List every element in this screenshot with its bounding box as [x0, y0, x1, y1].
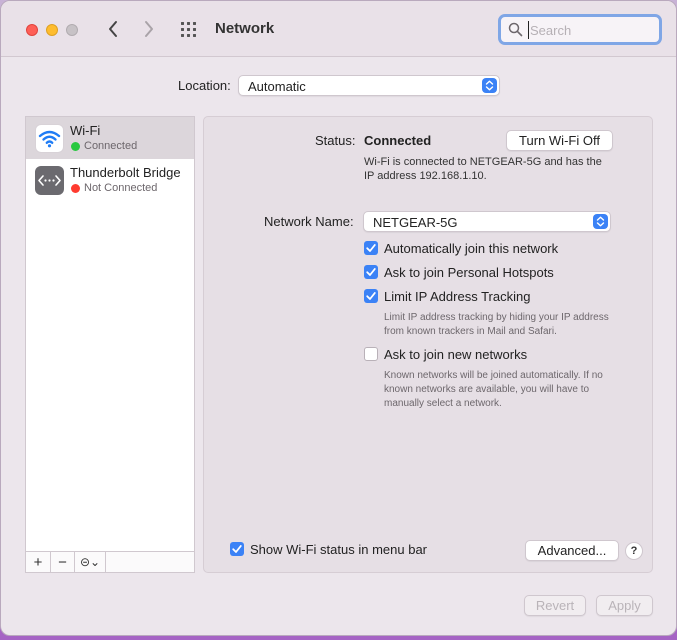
- status-label: Status:: [315, 133, 356, 148]
- service-item-thunderbolt-bridge[interactable]: Thunderbolt Bridge Not Connected: [26, 159, 194, 201]
- detail-panel: [203, 116, 653, 573]
- advanced-button[interactable]: Advanced...: [525, 540, 619, 561]
- show-wifi-status-checkbox[interactable]: [230, 542, 244, 556]
- ask-new-networks-checkbox[interactable]: [364, 347, 378, 361]
- location-select[interactable]: Automatic: [238, 75, 500, 96]
- personal-hotspots-label: Ask to join Personal Hotspots: [384, 265, 554, 280]
- checkmark-icon: [366, 268, 376, 276]
- auto-join-label: Automatically join this network: [384, 241, 559, 256]
- minimize-window-button[interactable]: [46, 24, 58, 36]
- add-service-button[interactable]: +: [26, 552, 51, 572]
- checkmark-icon: [366, 292, 376, 300]
- status-description: Wi-Fi is connected to NETGEAR-5G and has…: [364, 156, 602, 182]
- limit-ip-tracking-label: Limit IP Address Tracking: [384, 289, 531, 304]
- action-menu-button[interactable]: ⊝⌄: [75, 552, 106, 572]
- service-name: Wi-Fi: [70, 123, 101, 138]
- search-box[interactable]: [498, 14, 662, 45]
- checkmark-icon: [366, 244, 376, 252]
- back-button[interactable]: [101, 17, 125, 41]
- title-bar: Network: [1, 1, 676, 57]
- zoom-window-button[interactable]: [66, 24, 78, 36]
- updown-chevron-icon: [593, 214, 608, 229]
- forward-button[interactable]: [137, 17, 161, 41]
- show-all-button[interactable]: [179, 19, 201, 41]
- location-value: Automatic: [248, 79, 306, 94]
- checkmark-icon: [232, 545, 242, 553]
- wifi-icon: [35, 124, 64, 153]
- updown-chevron-icon: [482, 78, 497, 93]
- service-list: Wi-Fi Connected Thunderbolt Bridge Not C…: [25, 116, 195, 573]
- grid-icon: [181, 22, 196, 37]
- network-preferences-window: Network Location: Automatic Wi-Fi Conn: [0, 0, 677, 636]
- window-title: Network: [215, 20, 275, 37]
- auto-join-checkbox[interactable]: [364, 241, 378, 255]
- service-name: Thunderbolt Bridge: [70, 165, 181, 180]
- chevron-right-icon: [145, 21, 153, 37]
- location-label: Location:: [178, 78, 231, 93]
- personal-hotspots-checkbox[interactable]: [364, 265, 378, 279]
- status-dot-icon: [71, 184, 80, 193]
- service-status: Connected: [84, 140, 138, 152]
- new-networks-note: Known networks will be joined automatica…: [384, 370, 603, 409]
- network-name-select[interactable]: NETGEAR-5G: [363, 211, 611, 232]
- apply-button[interactable]: Apply: [596, 595, 653, 616]
- help-button[interactable]: ?: [625, 542, 643, 560]
- show-wifi-status-label: Show Wi-Fi status in menu bar: [250, 542, 428, 557]
- limit-tracking-note: Limit IP address tracking by hiding your…: [384, 312, 609, 337]
- revert-button[interactable]: Revert: [524, 595, 586, 616]
- ask-new-networks-label: Ask to join new networks: [384, 347, 528, 362]
- search-icon: [508, 22, 523, 37]
- service-item-wifi[interactable]: Wi-Fi Connected: [26, 117, 194, 159]
- turn-wifi-off-button[interactable]: Turn Wi-Fi Off: [506, 130, 613, 151]
- chevron-left-icon: [109, 21, 117, 37]
- close-window-button[interactable]: [26, 24, 38, 36]
- network-name-label: Network Name:: [264, 214, 354, 229]
- service-status: Not Connected: [84, 182, 158, 194]
- search-input[interactable]: [528, 21, 653, 39]
- thunderbolt-bridge-icon: [35, 166, 64, 195]
- remove-service-button[interactable]: −: [51, 552, 75, 572]
- limit-ip-tracking-checkbox[interactable]: [364, 289, 378, 303]
- status-dot-icon: [71, 142, 80, 151]
- network-name-value: NETGEAR-5G: [373, 215, 458, 230]
- service-list-toolbar: + − ⊝⌄: [26, 551, 194, 572]
- status-value: Connected: [364, 133, 432, 148]
